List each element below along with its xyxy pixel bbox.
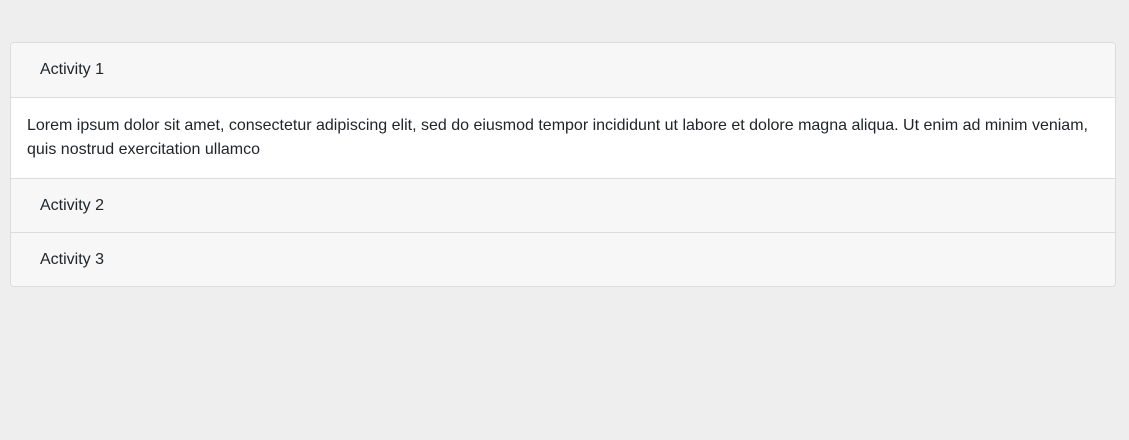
accordion-header-activity-2[interactable]: Activity 2 (11, 178, 1115, 232)
accordion-header-label: Activity 2 (40, 197, 105, 214)
accordion-header-activity-1[interactable]: Activity 1 (11, 43, 1115, 97)
accordion-header-activity-3[interactable]: Activity 3 (11, 232, 1115, 286)
activity-accordion: Activity 1 Lorem ipsum dolor sit amet, c… (10, 42, 1116, 287)
accordion-header-label: Activity 1 (40, 61, 105, 78)
accordion-panel-text: Lorem ipsum dolor sit amet, consectetur … (27, 117, 1088, 158)
accordion-header-label: Activity 3 (40, 251, 105, 268)
accordion-panel-activity-1: Lorem ipsum dolor sit amet, consectetur … (11, 97, 1115, 178)
